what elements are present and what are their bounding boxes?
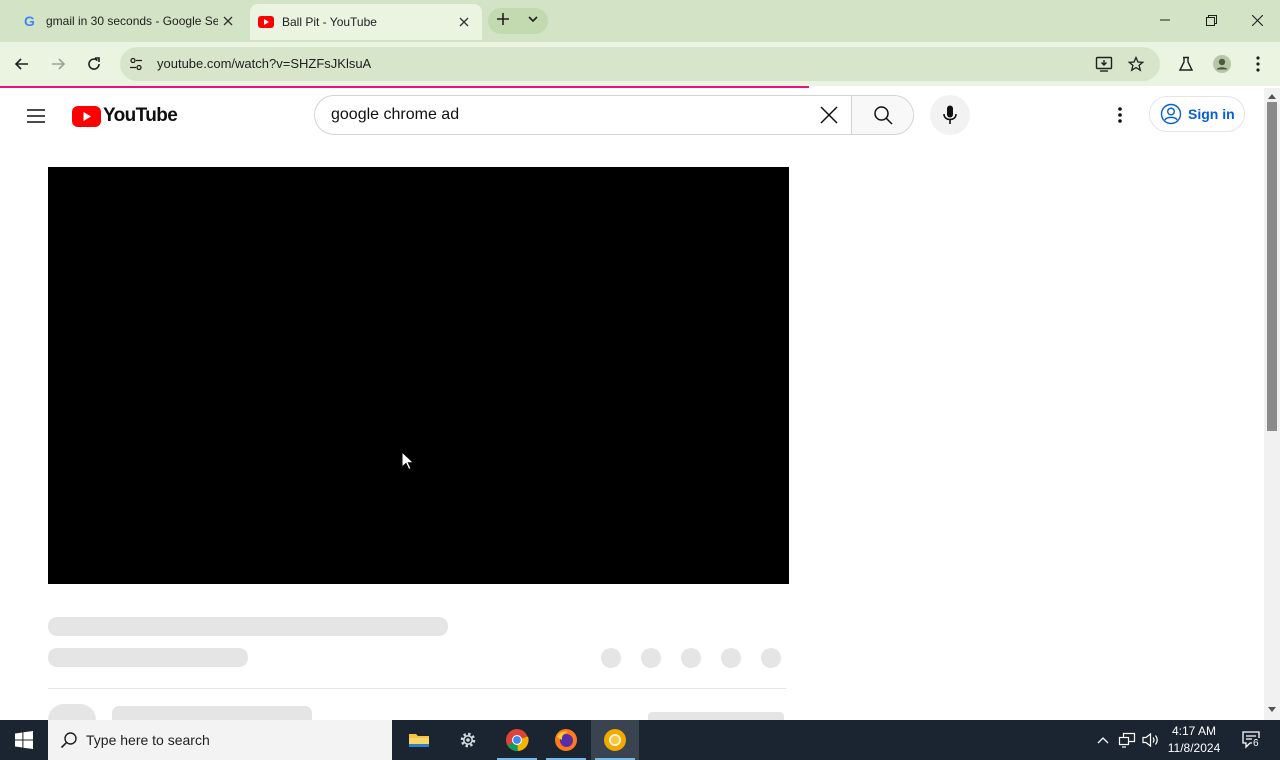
mouse-cursor-icon	[401, 451, 415, 471]
install-app-icon[interactable]	[1094, 54, 1114, 74]
scrollbar-thumb[interactable]	[1267, 102, 1277, 431]
tab-title: gmail in 30 seconds - Google Search	[46, 14, 218, 28]
button-placeholder	[648, 712, 784, 720]
settings-gear-icon[interactable]	[444, 720, 492, 760]
close-tab-icon[interactable]	[218, 11, 238, 31]
chrome-menu-icon[interactable]	[1246, 52, 1270, 76]
account-circle-icon	[1160, 103, 1182, 125]
clear-search-icon[interactable]	[807, 96, 851, 134]
show-hidden-icons-chevron-icon[interactable]	[1093, 720, 1113, 760]
youtube-logo[interactable]: YouTube	[72, 105, 178, 127]
tab-title: Ball Pit - YouTube	[282, 15, 377, 29]
new-tab-group	[488, 8, 548, 34]
firefox-taskbar-icon[interactable]	[542, 720, 590, 760]
youtube-masthead: YouTube Sign in	[0, 88, 1264, 144]
sign-in-button[interactable]: Sign in	[1149, 96, 1245, 132]
google-icon: G	[22, 13, 38, 29]
restore-icon[interactable]	[1188, 0, 1234, 40]
svg-text:G: G	[24, 13, 35, 29]
chrome-taskbar-icon[interactable]	[493, 720, 541, 760]
scroll-up-arrow-icon[interactable]	[1268, 92, 1276, 100]
clock-date: 11/8/2024	[1167, 741, 1221, 755]
page-scrollbar[interactable]	[1264, 88, 1280, 720]
youtube-icon	[258, 14, 274, 30]
labs-flask-icon[interactable]	[1174, 52, 1198, 76]
forward-arrow-icon[interactable]	[44, 50, 72, 78]
youtube-search-box	[314, 95, 914, 135]
voice-search-mic-icon[interactable]	[930, 95, 970, 135]
settings-kebab-icon[interactable]	[1108, 103, 1132, 127]
search-button[interactable]	[851, 96, 913, 134]
action-placeholder	[681, 648, 701, 668]
windows-taskbar: Type here to search 4:17 AM 11/8/2024 6	[0, 720, 1280, 760]
minimize-icon[interactable]	[1142, 0, 1188, 40]
avatar-placeholder	[48, 704, 96, 720]
back-arrow-icon[interactable]	[8, 50, 36, 78]
action-placeholder	[721, 648, 741, 668]
title-placeholder	[48, 617, 448, 636]
action-placeholder	[641, 648, 661, 668]
url-text: youtube.com/watch?v=SHZFsJKlsuA	[157, 56, 372, 71]
volume-speaker-icon[interactable]	[1140, 720, 1162, 760]
sign-in-label: Sign in	[1188, 106, 1235, 122]
notification-center-icon[interactable]: 6	[1234, 720, 1270, 760]
reload-icon[interactable]	[80, 50, 108, 78]
site-info-icon[interactable]	[126, 54, 146, 74]
profile-avatar-icon[interactable]	[1210, 52, 1234, 76]
menu-hamburger-icon[interactable]	[24, 106, 48, 126]
taskbar-search-box[interactable]: Type here to search	[48, 720, 392, 760]
divider	[48, 688, 786, 689]
comment-placeholder	[112, 706, 312, 720]
close-tab-icon[interactable]	[454, 12, 474, 32]
browser-toolbar: youtube.com/watch?v=SHZFsJKlsuA	[0, 42, 1280, 86]
tab-strip: G gmail in 30 seconds - Google Search Ba…	[0, 0, 1280, 42]
taskbar-clock[interactable]: 4:17 AM 11/8/2024	[1162, 723, 1226, 757]
action-placeholder	[761, 648, 781, 668]
action-placeholder	[601, 648, 621, 668]
notification-count-badge: 6	[1252, 738, 1260, 749]
search-icon	[60, 732, 77, 749]
taskbar-search-placeholder: Type here to search	[86, 732, 210, 748]
youtube-play-logo-icon	[72, 105, 101, 127]
search-input[interactable]	[315, 96, 807, 134]
chrome-canary-taskbar-icon[interactable]	[591, 720, 639, 760]
search-icon	[873, 106, 893, 125]
youtube-wordmark: YouTube	[103, 105, 178, 126]
address-bar[interactable]: youtube.com/watch?v=SHZFsJKlsuA	[120, 47, 1160, 81]
new-tab-plus-icon[interactable]	[497, 12, 509, 30]
video-player[interactable]	[48, 167, 789, 584]
tab-google-search[interactable]: G gmail in 30 seconds - Google Search	[8, 6, 246, 36]
file-explorer-icon[interactable]	[395, 720, 443, 760]
tab-search-chevron-icon[interactable]	[527, 12, 539, 30]
windows-start-icon[interactable]	[0, 720, 48, 760]
channel-placeholder	[48, 648, 248, 667]
close-window-icon[interactable]	[1234, 0, 1280, 40]
clock-time: 4:17 AM	[1171, 724, 1217, 738]
tab-youtube[interactable]: Ball Pit - YouTube	[250, 4, 482, 40]
bookmark-star-icon[interactable]	[1126, 54, 1146, 74]
scroll-down-arrow-icon[interactable]	[1268, 706, 1276, 714]
network-icon[interactable]	[1116, 720, 1138, 760]
